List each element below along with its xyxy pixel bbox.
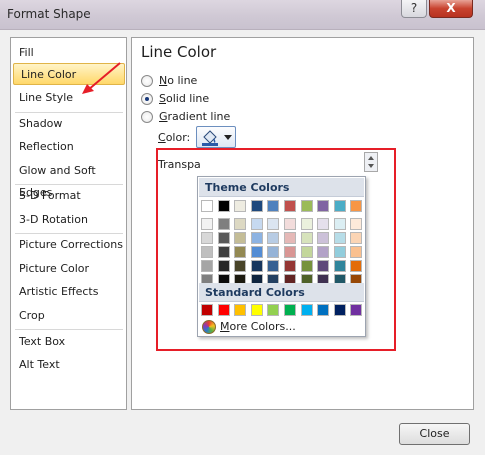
section-title: Line Color	[141, 43, 217, 61]
theme-shade-swatch[interactable]	[201, 232, 213, 244]
sidebar-item-text-box[interactable]: Text Box	[12, 331, 126, 353]
more-colors-item[interactable]: More Colors...	[200, 319, 360, 335]
theme-shade-swatch[interactable]	[267, 232, 280, 244]
theme-shade-swatch[interactable]	[284, 232, 296, 244]
theme-shade-swatch[interactable]	[317, 232, 330, 244]
more-colors-label: More Colors...	[220, 320, 296, 333]
annotation-arrow-icon	[82, 62, 121, 94]
theme-color-swatch[interactable]	[234, 200, 247, 212]
theme-shade-swatch[interactable]	[350, 232, 363, 244]
theme-color-swatch[interactable]	[284, 200, 296, 212]
theme-color-swatch[interactable]	[300, 200, 313, 212]
window-title: Format Shape	[7, 7, 91, 21]
theme-shade-swatch[interactable]	[284, 246, 296, 258]
sidebar-item-crop[interactable]: Crop	[12, 305, 126, 327]
theme-shade-swatch[interactable]	[317, 246, 330, 258]
theme-shade-swatch[interactable]	[267, 260, 280, 272]
sidebar-item-picture-color[interactable]: Picture Color	[12, 258, 126, 280]
standard-color-swatch[interactable]	[317, 304, 330, 316]
dialog-body: Fill Line Color Line Style Shadow Reflec…	[0, 30, 485, 455]
sidebar-item-artistic-effects[interactable]: Artistic Effects	[12, 281, 126, 303]
color-label: Color:	[158, 131, 191, 144]
theme-shade-swatch[interactable]	[333, 246, 346, 258]
theme-shade-swatch[interactable]	[333, 232, 346, 244]
sidebar-item-3d-rotation[interactable]: 3-D Rotation	[12, 209, 126, 231]
sidebar-item-3d-format[interactable]: 3-D Format	[12, 185, 126, 207]
theme-shade-swatch[interactable]	[217, 246, 230, 258]
sidebar-item-picture-corrections[interactable]: Picture Corrections	[12, 234, 126, 256]
standard-color-swatch[interactable]	[267, 304, 280, 316]
standard-colors-header: Standard Colors	[199, 283, 364, 302]
no-line-label: No line	[159, 74, 198, 87]
close-button[interactable]: Close	[399, 423, 470, 445]
gradient-line-radio[interactable]	[141, 111, 153, 123]
theme-color-swatch[interactable]	[333, 200, 346, 212]
theme-shade-swatch[interactable]	[217, 260, 230, 272]
standard-color-swatch[interactable]	[350, 304, 363, 316]
theme-shade-swatch[interactable]	[350, 246, 363, 258]
standard-color-swatch[interactable]	[201, 304, 213, 316]
theme-shade-swatch[interactable]	[333, 218, 346, 230]
color-palette-dropdown: Theme Colors Standard Colors More Colors…	[197, 176, 366, 337]
theme-shade-swatch[interactable]	[201, 260, 213, 272]
theme-shade-swatch[interactable]	[217, 218, 230, 230]
theme-color-swatch[interactable]	[317, 200, 330, 212]
theme-shade-swatch[interactable]	[300, 246, 313, 258]
theme-shade-swatch[interactable]	[234, 232, 247, 244]
color-dropdown-button[interactable]	[196, 126, 236, 148]
gradient-line-label: Gradient line	[159, 110, 231, 123]
standard-color-swatch[interactable]	[217, 304, 230, 316]
standard-color-swatch[interactable]	[284, 304, 296, 316]
theme-shade-swatch[interactable]	[217, 232, 230, 244]
sidebar-item-reflection[interactable]: Reflection	[12, 136, 126, 158]
standard-color-swatch[interactable]	[333, 304, 346, 316]
theme-shade-swatch[interactable]	[267, 218, 280, 230]
theme-shade-swatch[interactable]	[250, 260, 263, 272]
theme-color-swatch[interactable]	[350, 200, 363, 212]
theme-shade-swatch[interactable]	[267, 246, 280, 258]
theme-color-swatch[interactable]	[250, 200, 263, 212]
solid-line-radio[interactable]	[141, 93, 153, 105]
standard-color-swatch[interactable]	[234, 304, 247, 316]
theme-shade-swatch[interactable]	[350, 260, 363, 272]
sidebar-item-glow-soft-edges[interactable]: Glow and Soft Edges	[12, 160, 126, 199]
theme-shade-swatch[interactable]	[250, 218, 263, 230]
color-wheel-icon	[202, 320, 216, 334]
theme-shade-swatch[interactable]	[300, 260, 313, 272]
solid-line-label: Solid line	[159, 92, 210, 105]
theme-shade-swatch[interactable]	[201, 246, 213, 258]
standard-color-swatch[interactable]	[250, 304, 263, 316]
theme-shade-swatch[interactable]	[300, 218, 313, 230]
help-button[interactable]: ?	[401, 0, 427, 18]
theme-shade-swatch[interactable]	[234, 260, 247, 272]
theme-shade-swatch[interactable]	[317, 218, 330, 230]
theme-shade-swatch[interactable]	[201, 218, 213, 230]
standard-color-swatch[interactable]	[300, 304, 313, 316]
no-line-radio[interactable]	[141, 75, 153, 87]
sidebar-item-shadow[interactable]: Shadow	[12, 113, 126, 135]
divider	[15, 329, 123, 330]
theme-shade-swatch[interactable]	[317, 260, 330, 272]
theme-shade-swatch[interactable]	[250, 232, 263, 244]
theme-color-swatch[interactable]	[201, 200, 213, 212]
theme-shade-swatch[interactable]	[333, 260, 346, 272]
theme-color-swatch[interactable]	[217, 200, 230, 212]
window-close-button[interactable]: X	[429, 0, 473, 18]
theme-shade-swatch[interactable]	[284, 260, 296, 272]
chevron-down-icon	[224, 135, 232, 140]
theme-shade-swatch[interactable]	[350, 218, 363, 230]
theme-shade-swatch[interactable]	[234, 246, 247, 258]
sidebar-item-alt-text[interactable]: Alt Text	[12, 354, 126, 376]
theme-shade-swatch[interactable]	[250, 246, 263, 258]
title-bar: Format Shape ? X	[0, 0, 485, 30]
theme-shade-swatch[interactable]	[300, 232, 313, 244]
theme-shade-swatch[interactable]	[284, 218, 296, 230]
theme-shade-swatch[interactable]	[234, 218, 247, 230]
theme-color-swatch[interactable]	[267, 200, 280, 212]
theme-colors-header: Theme Colors	[199, 178, 364, 197]
paint-bucket-icon	[202, 130, 218, 146]
